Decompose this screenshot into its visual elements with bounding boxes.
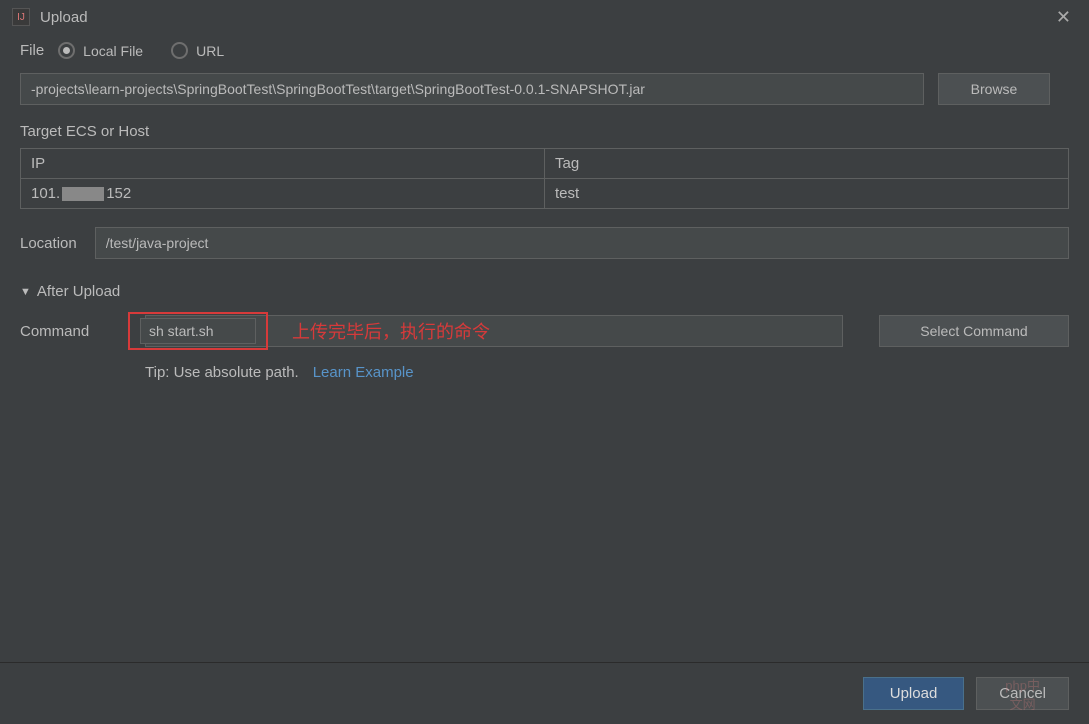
cell-tag: test	[545, 179, 1068, 208]
dialog-title: Upload	[40, 9, 88, 26]
location-label: Location	[20, 235, 77, 252]
radio-local-label: Local File	[83, 43, 143, 59]
radio-icon	[58, 42, 75, 59]
col-ip: IP	[21, 149, 545, 178]
file-path-input[interactable]	[20, 73, 924, 105]
radio-url-label: URL	[196, 43, 224, 59]
radio-url[interactable]: URL	[171, 42, 224, 59]
annotation-text: 上传完毕后，执行的命令	[292, 318, 490, 344]
upload-button[interactable]: Upload	[863, 677, 965, 710]
close-icon[interactable]: ✕	[1050, 7, 1077, 28]
command-label: Command	[20, 323, 110, 340]
footer: Upload Cancel php中文网	[0, 662, 1089, 724]
browse-button[interactable]: Browse	[938, 73, 1050, 105]
titlebar: IJ Upload ✕	[0, 0, 1089, 34]
table-row[interactable]: 101.152 test	[21, 179, 1068, 208]
target-table: IP Tag 101.152 test	[20, 148, 1069, 209]
tip-text: Tip: Use absolute path.	[145, 364, 299, 381]
after-upload-label: After Upload	[37, 283, 120, 300]
command-highlight-box	[128, 312, 268, 350]
location-input[interactable]	[95, 227, 1069, 259]
col-tag: Tag	[545, 149, 1068, 178]
app-icon: IJ	[12, 8, 30, 26]
select-command-button[interactable]: Select Command	[879, 315, 1069, 347]
learn-example-link[interactable]: Learn Example	[313, 364, 414, 381]
command-input[interactable]	[140, 318, 256, 344]
radio-local-file[interactable]: Local File	[58, 42, 143, 59]
radio-icon	[171, 42, 188, 59]
chevron-down-icon: ▼	[20, 286, 31, 298]
after-upload-header[interactable]: ▼ After Upload	[20, 283, 1069, 300]
cancel-button[interactable]: Cancel php中文网	[976, 677, 1069, 710]
file-label: File	[20, 42, 44, 59]
cell-ip: 101.152	[21, 179, 545, 208]
target-label: Target ECS or Host	[20, 123, 1069, 140]
